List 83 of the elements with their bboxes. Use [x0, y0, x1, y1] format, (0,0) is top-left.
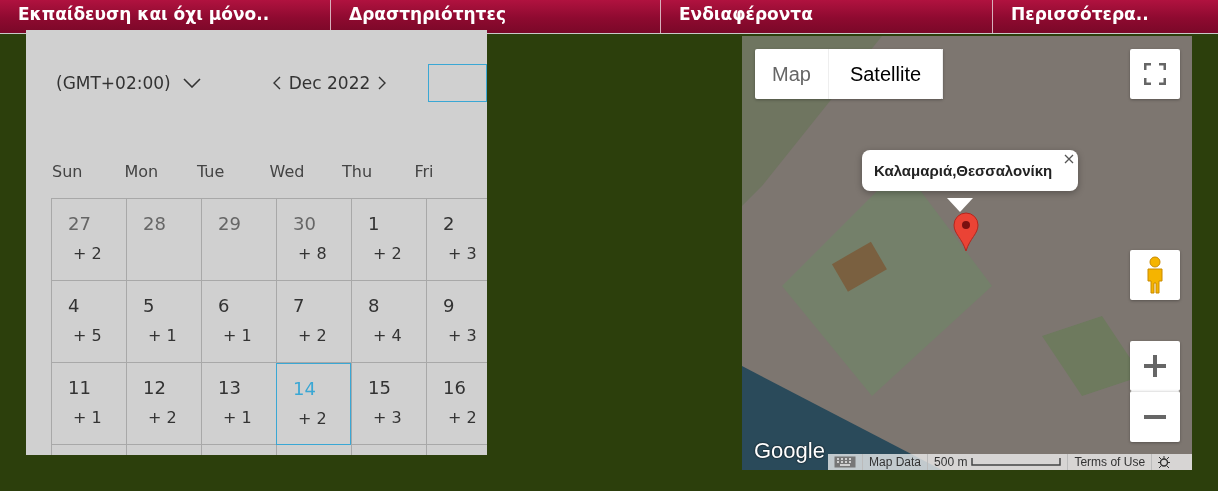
- weekday-label: Tue: [197, 162, 226, 181]
- day-number: 6: [218, 295, 230, 316]
- scale-label: 500 m: [934, 455, 968, 469]
- calendar-day-cell[interactable]: 2 + 3: [426, 199, 487, 281]
- calendar-day-cell[interactable]: 6 + 1: [201, 281, 276, 363]
- event-count[interactable]: + 2: [298, 409, 327, 428]
- weekday-label: Sun: [52, 162, 84, 181]
- calendar-day-cell[interactable]: 28: [126, 199, 201, 281]
- timezone-dropdown[interactable]: (GMT+02:00): [56, 73, 201, 93]
- nav-menu-item[interactable]: Περισσότερα..: [993, 0, 1218, 33]
- day-number: 27: [68, 213, 91, 234]
- calendar-day-cell[interactable]: 14 + 2: [276, 363, 351, 445]
- day-number: 11: [68, 377, 91, 398]
- person-icon: [1145, 256, 1165, 294]
- weekday-label: Thu: [342, 162, 374, 181]
- calendar-day-cell[interactable]: 11 + 1: [51, 363, 126, 445]
- weekday-label: Wed: [269, 162, 306, 181]
- day-number: 8: [368, 295, 380, 316]
- fullscreen-button[interactable]: [1130, 49, 1180, 99]
- zoom-in-button[interactable]: [1130, 341, 1180, 391]
- calendar-day-cell[interactable]: 4 + 5: [51, 281, 126, 363]
- event-count[interactable]: + 1: [73, 408, 102, 427]
- next-month-icon[interactable]: [378, 76, 387, 90]
- day-number: 16: [443, 377, 466, 398]
- map-type-tab[interactable]: Satellite: [828, 49, 944, 99]
- location-pin-icon[interactable]: [953, 212, 979, 252]
- event-count[interactable]: + 1: [223, 408, 252, 427]
- event-count[interactable]: + 4: [373, 326, 402, 345]
- chevron-down-icon: [182, 78, 201, 88]
- fullscreen-icon: [1144, 63, 1166, 85]
- event-count[interactable]: + 2: [448, 408, 477, 427]
- calendar-day-cell[interactable]: 1 + 2: [351, 199, 426, 281]
- day-number: 28: [143, 213, 166, 234]
- minus-icon: [1144, 415, 1166, 419]
- plus-icon: [1144, 355, 1166, 377]
- event-count[interactable]: + 2: [373, 244, 402, 263]
- day-number: 12: [143, 377, 166, 398]
- weekday-label: Mon: [124, 162, 160, 181]
- event-count[interactable]: + 8: [298, 244, 327, 263]
- place-name: Καλαμαριά,Θεσσαλονίκη: [874, 162, 1053, 179]
- calendar-day-cell[interactable]: 7 + 2: [276, 281, 351, 363]
- event-count[interactable]: + 2: [148, 408, 177, 427]
- calendar-day-cell[interactable]: 16 + 2: [426, 363, 487, 445]
- event-count[interactable]: + 1: [223, 326, 252, 345]
- day-number: 14: [293, 378, 316, 399]
- day-number: 4: [68, 295, 80, 316]
- calendar-day-cell[interactable]: 12 + 2: [126, 363, 201, 445]
- close-icon[interactable]: [1064, 154, 1075, 164]
- event-count[interactable]: + 5: [73, 326, 102, 345]
- event-count[interactable]: + 3: [448, 326, 477, 345]
- day-number: 9: [443, 295, 455, 316]
- map-data-link[interactable]: Map Data: [862, 454, 928, 470]
- day-number: 15: [368, 377, 391, 398]
- day-number: 5: [143, 295, 155, 316]
- previous-month-icon[interactable]: [272, 76, 281, 90]
- event-count[interactable]: + 2: [73, 244, 102, 263]
- info-window-pointer: [947, 198, 973, 212]
- map-logo: Google: [754, 438, 825, 464]
- nav-menu-item[interactable]: Ενδιαφέροντα: [661, 0, 993, 33]
- zoom-out-button[interactable]: [1130, 391, 1180, 442]
- event-count[interactable]: + 3: [373, 408, 402, 427]
- bug-icon: [1158, 456, 1171, 468]
- calendar-day-cell[interactable]: 30 + 8: [276, 199, 351, 281]
- calendar-day-cell[interactable]: 27 + 2: [51, 199, 126, 281]
- map-type-tab[interactable]: Map: [755, 49, 829, 99]
- calendar-day-cell[interactable]: 13 + 1: [201, 363, 276, 445]
- calendar-day-cell[interactable]: 5 + 1: [126, 281, 201, 363]
- day-number: 2: [443, 213, 455, 234]
- event-count[interactable]: + 2: [298, 326, 327, 345]
- day-number: 1: [368, 213, 380, 234]
- event-count[interactable]: + 1: [148, 326, 177, 345]
- terms-link[interactable]: Terms of Use: [1067, 454, 1152, 470]
- month-label: Dec 2022: [288, 73, 371, 93]
- weekday-label: Fri: [414, 162, 435, 181]
- calendar-day-cell[interactable]: 15 + 3: [351, 363, 426, 445]
- event-count[interactable]: + 3: [448, 244, 477, 263]
- day-number: 7: [293, 295, 305, 316]
- calendar-day-cell[interactable]: 8 + 4: [351, 281, 426, 363]
- day-number: 13: [218, 377, 241, 398]
- calendar-day-cell[interactable]: 9 + 3: [426, 281, 487, 363]
- day-number: 30: [293, 213, 316, 234]
- calendar-day-cell[interactable]: 29: [201, 199, 276, 281]
- day-number: 29: [218, 213, 241, 234]
